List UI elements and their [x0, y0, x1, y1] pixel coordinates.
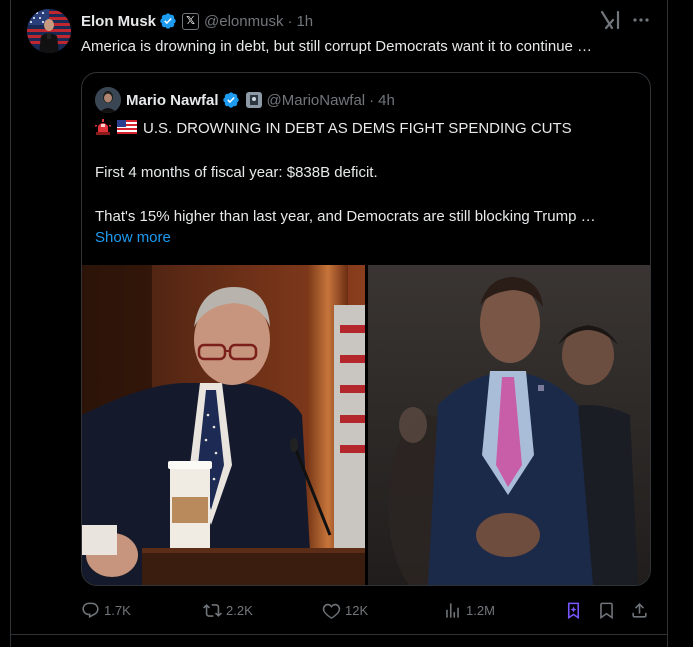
reply-button[interactable]: 1.7K [81, 598, 131, 622]
bookmark-button[interactable] [597, 598, 616, 622]
reply-count: 1.7K [104, 602, 131, 618]
repost-icon [203, 603, 222, 617]
quoted-headline-row: U.S. DROWNING IN DEBT AS DEMS FIGHT SPEN… [95, 119, 572, 139]
views-button[interactable]: 1.2M [443, 598, 495, 622]
quoted-author-name[interactable]: Mario Nawfal [126, 92, 219, 109]
views-count: 1.2M [466, 602, 495, 618]
share-button[interactable] [630, 598, 649, 622]
quoted-line-1: First 4 months of fiscal year: $838B def… [95, 164, 378, 181]
share-icon [632, 602, 647, 618]
quoted-header: Mario Nawfal @MarioNawfal · 4h [126, 89, 395, 111]
separator-dot: · [287, 12, 293, 30]
heart-icon [322, 603, 341, 619]
quoted-headline: U.S. DROWNING IN DEBT AS DEMS FIGHT SPEN… [143, 120, 572, 137]
x-affiliate-badge[interactable]: 𝕏 [182, 12, 200, 30]
quoted-line-2: That's 15% higher than last year, and De… [95, 208, 596, 225]
quoted-tweet[interactable]: Mario Nawfal @MarioNawfal · 4h U.S. DROW… [81, 72, 651, 586]
separator-dot: · [369, 91, 375, 109]
repost-button[interactable]: 2.2K [203, 598, 253, 622]
tweet-divider [10, 634, 668, 635]
verified-badge-icon[interactable] [222, 91, 240, 109]
author-name[interactable]: Elon Musk [81, 13, 156, 30]
reply-icon [82, 602, 99, 618]
bookmark-icon [600, 602, 613, 619]
timeline-border-left [10, 0, 11, 647]
quoted-author-avatar[interactable] [95, 87, 121, 113]
affiliate-badge-icon[interactable] [245, 92, 262, 108]
rotating-light-icon [95, 119, 111, 135]
grok-explain-button[interactable] [564, 598, 583, 622]
grok-bookmark-icon [567, 602, 580, 619]
quoted-timestamp[interactable]: 4h [378, 92, 395, 109]
more-options-icon[interactable] [631, 10, 651, 30]
author-avatar[interactable] [27, 9, 71, 53]
us-flag-icon [117, 120, 137, 134]
show-more-link[interactable]: Show more [95, 229, 171, 246]
quoted-photo-1[interactable] [82, 265, 365, 585]
quoted-author-handle[interactable]: @MarioNawfal [267, 92, 366, 109]
action-bar: 1.7K 2.2K 12K 1.2M [81, 598, 656, 622]
like-button[interactable]: 12K [322, 598, 368, 622]
like-count: 12K [345, 602, 369, 618]
grok-icon[interactable] [600, 10, 622, 30]
tweet-header: Elon Musk 𝕏 @elonmusk · 1h [81, 11, 313, 31]
quoted-photo-2[interactable] [368, 265, 650, 585]
verified-badge-icon[interactable] [159, 12, 177, 30]
author-handle[interactable]: @elonmusk [204, 13, 283, 30]
tweet-text: America is drowning in debt, but still c… [81, 38, 593, 55]
views-chart-icon [446, 602, 459, 618]
repost-count: 2.2K [226, 602, 253, 618]
timeline-border-right [667, 0, 668, 647]
tweet-timestamp[interactable]: 1h [296, 13, 313, 30]
